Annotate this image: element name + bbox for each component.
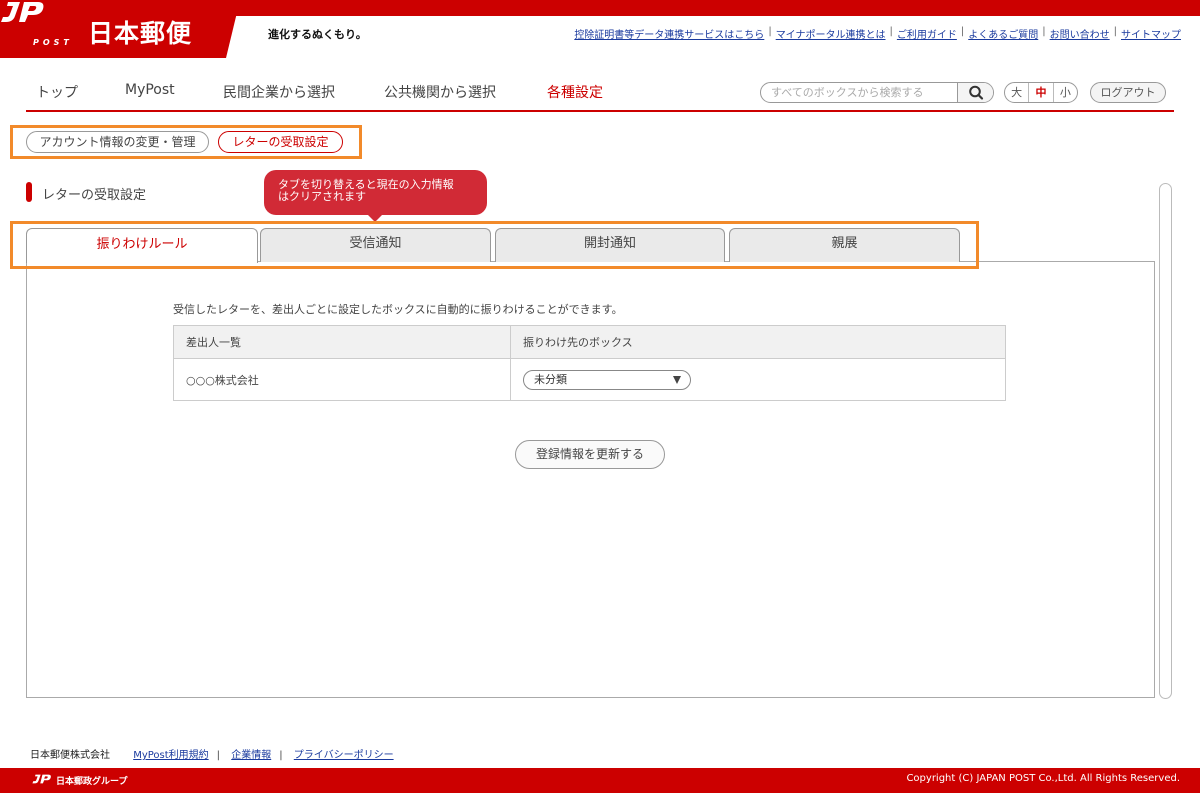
dropdown-arrow-icon (673, 375, 681, 384)
nav-item-top[interactable]: トップ (36, 82, 78, 102)
footer-link-terms[interactable]: MyPost利用規約 (133, 750, 208, 761)
footer-company-name: 日本郵便株式会社 (30, 750, 110, 761)
update-registration-button[interactable]: 登録情報を更新する (515, 440, 665, 469)
tab-receipt-notice[interactable]: 受信通知 (260, 228, 491, 262)
table-header-row: 差出人一覧 振りわけ先のボックス (173, 325, 1006, 359)
util-link-deduction[interactable]: 控除証明書等データ連携サービスはこちら (574, 26, 764, 41)
search-box (760, 82, 994, 103)
nav-item-mypost[interactable]: MyPost (125, 82, 175, 98)
font-size-switcher: 大 中 小 (1004, 82, 1078, 103)
separator: | (279, 750, 283, 761)
header: POST 日本郵便 進化するぬくもり。 控除証明書等データ連携サービスはこちら |… (0, 0, 1200, 58)
separator: | (216, 750, 221, 761)
panel-description: 受信したレターを、差出人ごとに設定したボックスに自動的に振りわけることができます… (173, 303, 623, 316)
font-size-medium[interactable]: 中 (1029, 83, 1054, 102)
utility-links: 控除証明書等データ連携サービスはこちら | マイナポータル連携とは | ご利用ガイド… (574, 26, 1181, 41)
util-link-guide[interactable]: ご利用ガイド (897, 26, 957, 41)
tooltip-line-2: はクリアされます (278, 190, 366, 203)
heading-accent-bar (26, 182, 32, 202)
account-settings-button[interactable]: アカウント情報の変更・管理 (26, 131, 209, 153)
nav-item-settings[interactable]: 各種設定 (547, 82, 603, 102)
util-link-contact[interactable]: お問い合わせ (1050, 26, 1110, 41)
slogan: 進化するぬくもり。 (268, 28, 367, 41)
column-header-senders: 差出人一覧 (173, 325, 511, 359)
tab-confidential[interactable]: 親展 (729, 228, 960, 262)
font-size-small[interactable]: 小 (1054, 83, 1077, 102)
logo-post-text: POST (33, 38, 73, 47)
section-title: レターの受取設定 (42, 188, 147, 203)
sorting-rules-table: 差出人一覧 振りわけ先のボックス ○○○株式会社 未分類 (173, 325, 1006, 401)
footer-group-name: 日本郵政グループ (56, 777, 128, 787)
select-value: 未分類 (534, 372, 567, 386)
jp-group-logo-icon (32, 774, 51, 784)
separator: | (960, 26, 965, 37)
footer-links: 日本郵便株式会社 MyPost利用規約 | 企業情報 | プライバシーポリシー (30, 746, 394, 761)
footer-link-corporate[interactable]: 企業情報 (231, 750, 271, 761)
util-link-faq[interactable]: よくあるご質問 (968, 26, 1038, 41)
column-header-destination-box: 振りわけ先のボックス (510, 325, 1006, 359)
separator: | (768, 26, 772, 37)
separator: | (1042, 26, 1046, 37)
nav-item-private-companies[interactable]: 民間企業から選択 (223, 82, 335, 102)
logo-name-text: 日本郵便 (88, 19, 193, 48)
search-button[interactable] (957, 83, 993, 102)
util-link-mynaportal[interactable]: マイナポータル連携とは (776, 26, 886, 41)
tab-sorting-rules[interactable]: 振りわけルール (26, 228, 258, 263)
search-input[interactable] (771, 84, 961, 101)
destination-box-select[interactable]: 未分類 (523, 369, 691, 390)
tab-switch-tooltip: タブを切り替えると現在の入力情報 はクリアされます (264, 170, 487, 222)
copyright: Copyright (C) JAPAN POST Co.,Ltd. All Ri… (906, 773, 1180, 784)
font-size-large[interactable]: 大 (1005, 83, 1030, 102)
sender-name: ○○○株式会社 (173, 358, 511, 401)
scrollbar[interactable] (1159, 183, 1172, 699)
separator: | (1113, 26, 1117, 37)
letter-settings-button[interactable]: レターの受取設定 (218, 131, 343, 153)
destination-box-cell: 未分類 (510, 358, 1006, 401)
search-icon (969, 85, 984, 100)
logout-button[interactable]: ログアウト (1090, 82, 1166, 103)
table-row: ○○○株式会社 未分類 (173, 358, 1006, 401)
global-nav: トップ MyPost 民間企業から選択 公共機関から選択 各種設定 大 中 小 … (26, 68, 1174, 112)
tab-open-notice[interactable]: 開封通知 (495, 228, 725, 262)
footer-bar: 日本郵政グループ Copyright (C) JAPAN POST Co.,Lt… (0, 768, 1200, 793)
jp-mark-icon (1, 2, 44, 22)
util-link-sitemap[interactable]: サイトマップ (1121, 26, 1181, 41)
japan-post-logo[interactable]: POST 日本郵便 (0, 0, 240, 58)
nav-item-public-agencies[interactable]: 公共機関から選択 (384, 82, 496, 102)
separator: | (889, 26, 893, 37)
footer-link-privacy[interactable]: プライバシーポリシー (294, 750, 394, 761)
